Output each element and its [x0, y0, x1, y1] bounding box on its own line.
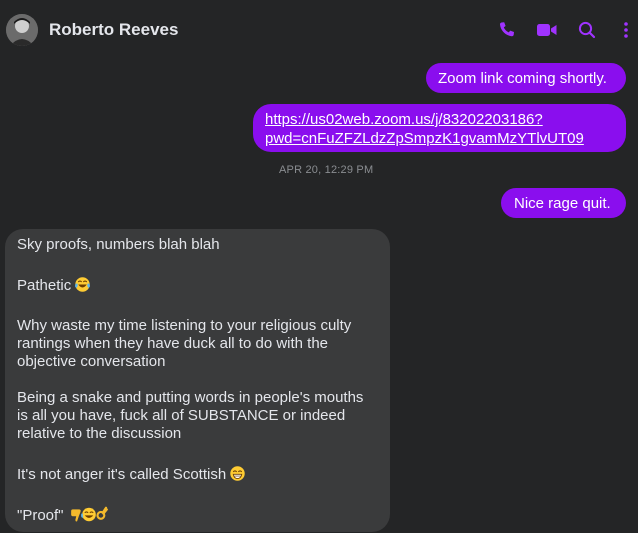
- link-text-line[interactable]: pwd=cnFuZFZLdzZpSmpzK1gvamMzYTlvUT09: [265, 129, 626, 148]
- messenger-conversation: Roberto Reeves Zoom link coming shortly.…: [0, 0, 638, 533]
- conversation-header: Roberto Reeves: [0, 0, 638, 60]
- contact-name[interactable]: Roberto Reeves: [49, 19, 178, 41]
- message-text: "Proof": [17, 507, 64, 524]
- thumbs-down-laughing-ok-hand-emoji-icon: [70, 506, 108, 522]
- outgoing-message[interactable]: Zoom link coming shortly.: [426, 63, 626, 93]
- message-text: Pathetic: [17, 277, 72, 294]
- video-camera-icon[interactable]: [536, 20, 557, 40]
- link-text-line[interactable]: https://us02web.zoom.us/j/83202203186?: [265, 110, 626, 129]
- search-icon[interactable]: [577, 20, 597, 40]
- grinning-face-emoji-icon: [230, 466, 245, 481]
- message-paragraph: Pathetic: [17, 276, 378, 295]
- message-text: Zoom link coming shortly.: [438, 70, 607, 87]
- laughing-tears-emoji-icon: [75, 277, 91, 292]
- message-paragraph: Why waste my time listening to your reli…: [17, 317, 352, 370]
- phone-icon[interactable]: [497, 20, 517, 40]
- message-paragraph: "Proof": [17, 506, 378, 525]
- more-options-icon[interactable]: [616, 20, 636, 40]
- incoming-message[interactable]: Sky proofs, numbers blah blah Pathetic W…: [5, 229, 390, 532]
- message-text: It's not anger it's called Scottish: [17, 466, 227, 483]
- message-paragraph: Sky proofs, numbers blah blah: [17, 236, 220, 253]
- outgoing-message[interactable]: Nice rage quit.: [501, 188, 626, 218]
- message-timestamp: APR 20, 12:29 PM: [279, 164, 374, 176]
- message-paragraph: Being a snake and putting words in peopl…: [17, 389, 364, 442]
- message-text: Nice rage quit.: [514, 195, 611, 212]
- message-paragraph: It's not anger it's called Scottish: [17, 465, 378, 484]
- avatar[interactable]: [6, 14, 38, 46]
- outgoing-link-message[interactable]: https://us02web.zoom.us/j/83202203186? p…: [253, 104, 626, 152]
